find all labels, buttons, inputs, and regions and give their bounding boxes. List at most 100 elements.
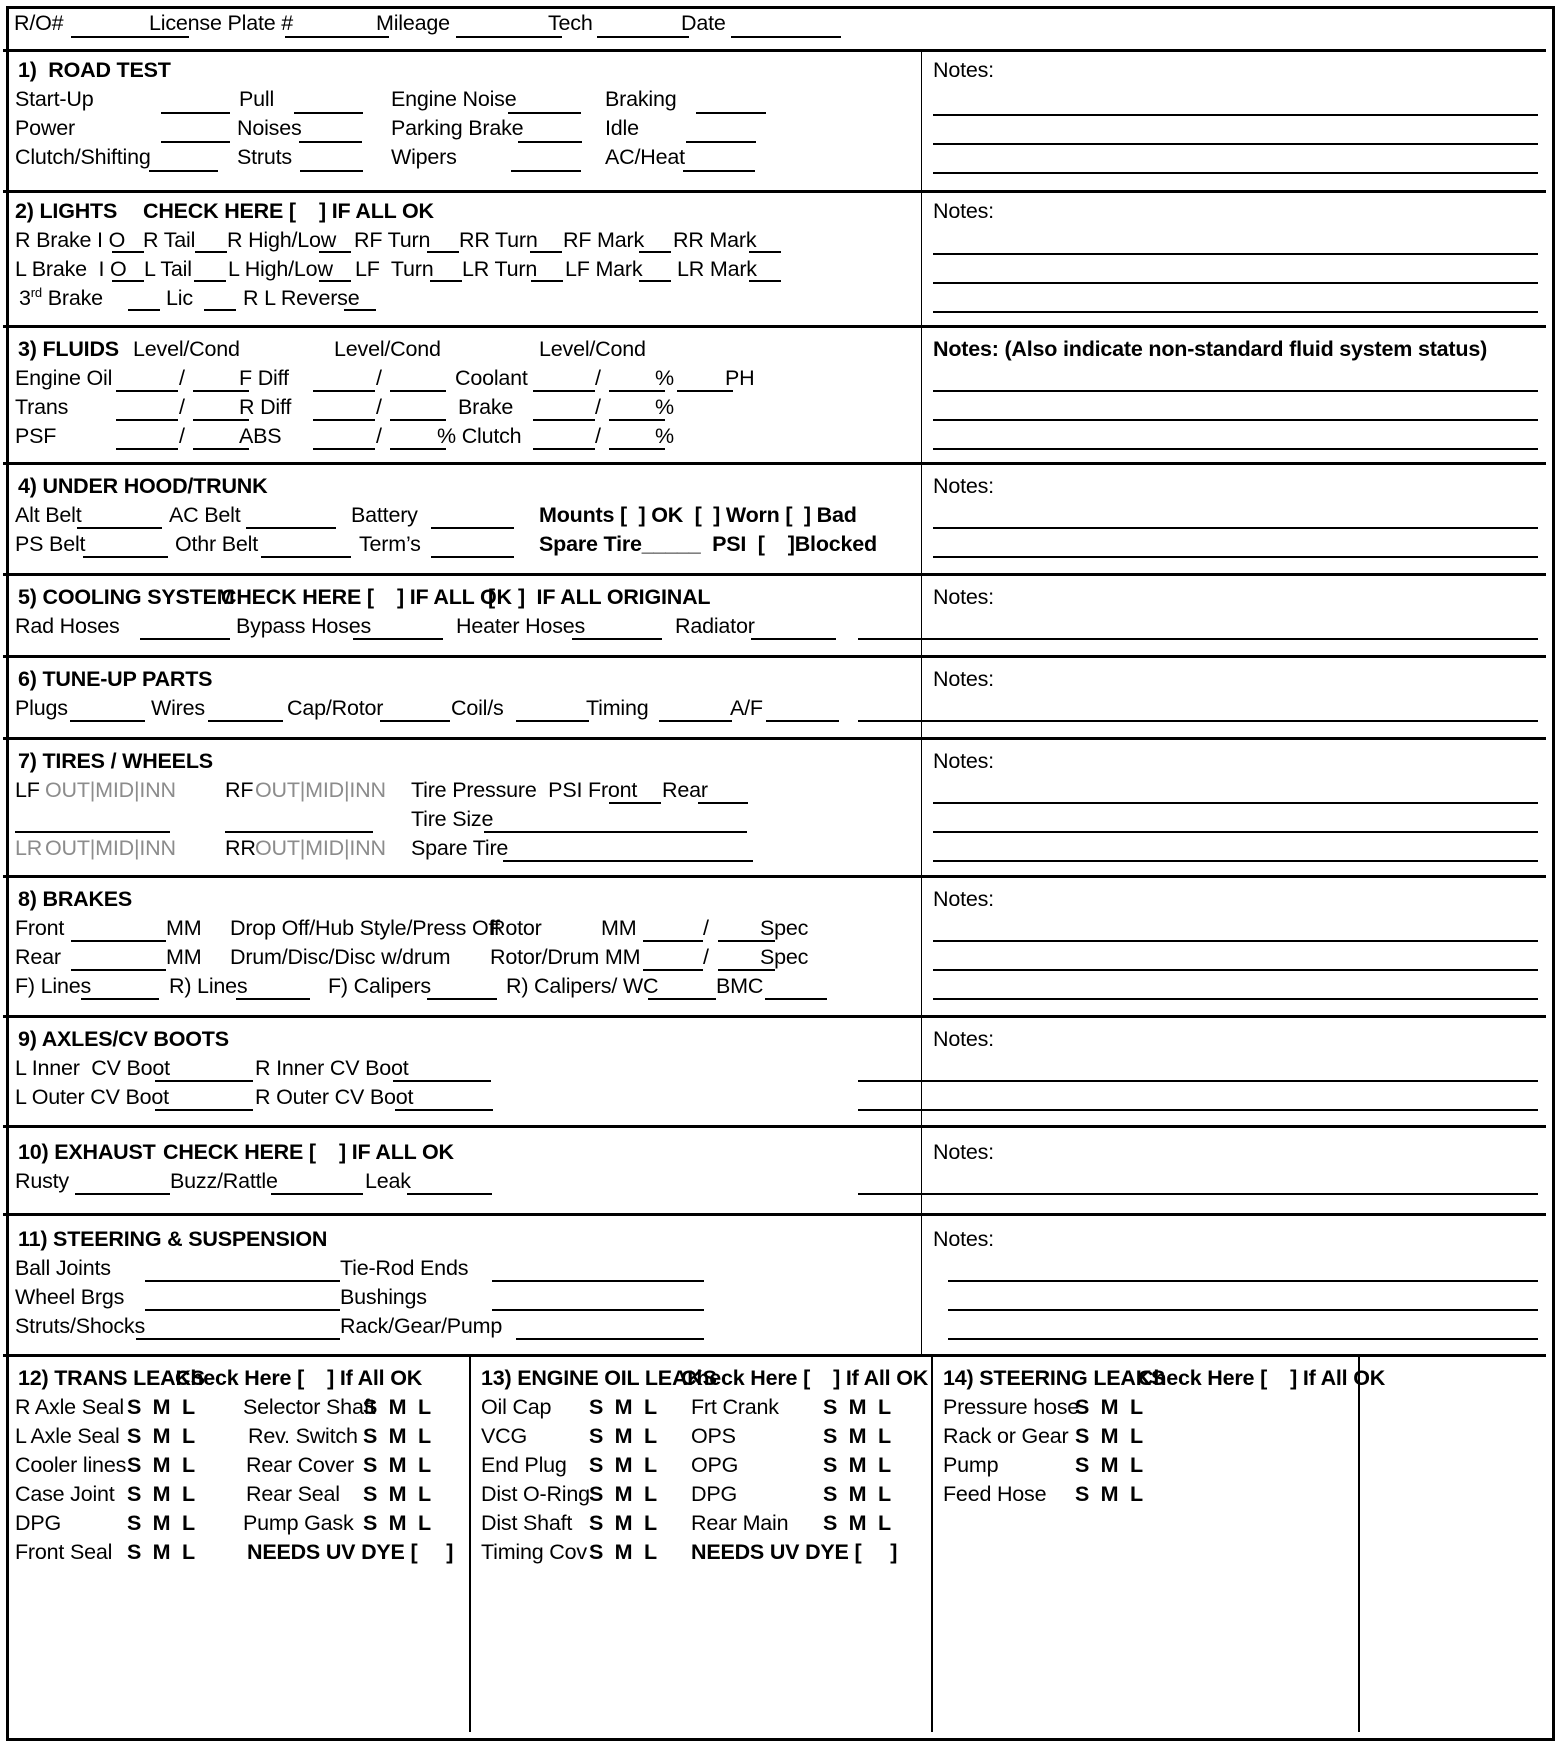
tire-tread-lr[interactable]: OUT|MID|INN	[45, 837, 176, 860]
tuneup-line-cap-rotor[interactable]	[380, 720, 450, 722]
fluid-line-brake-level[interactable]	[533, 419, 595, 421]
brake-line-rotor-drum-1[interactable]	[643, 969, 703, 971]
engine-leak-sml-timing-cov[interactable]: S M L	[589, 1541, 657, 1564]
light-line-third-brake[interactable]	[128, 309, 160, 311]
field-line-wipers[interactable]	[511, 170, 581, 172]
steering-line-ball-joints[interactable]	[145, 1280, 340, 1282]
tire-tread-rf-line[interactable]	[225, 831, 373, 833]
field-line-parking-brake[interactable]	[518, 141, 582, 143]
light-line-rf-mark[interactable]	[639, 251, 671, 253]
steering-leak-sml-pump[interactable]: S M L	[1075, 1454, 1143, 1477]
light-line-rr-turn[interactable]	[530, 251, 562, 253]
light-line-r-tail[interactable]	[195, 251, 227, 253]
lights-note-line-2[interactable]	[933, 282, 1538, 284]
field-line-start-up[interactable]	[161, 112, 230, 114]
tuneup-line-timing[interactable]	[659, 720, 732, 722]
header-plate-line[interactable]	[285, 36, 389, 38]
fluid-line-engine-oil-level[interactable]	[116, 390, 178, 392]
fluid-line-coolant-ph[interactable]	[677, 390, 733, 392]
fluid-line-coolant-level[interactable]	[533, 390, 595, 392]
tire-tread-lf-line[interactable]	[15, 831, 170, 833]
tire-tread-lf[interactable]: OUT|MID|INN	[45, 779, 176, 802]
light-line-lf-mark[interactable]	[639, 280, 671, 282]
field-line-braking[interactable]	[696, 112, 766, 114]
tires-note-line-3[interactable]	[933, 860, 1538, 862]
engine-leak-sml-opg[interactable]: S M L	[823, 1454, 891, 1477]
engine-leak-sml-rear-main[interactable]: S M L	[823, 1512, 891, 1535]
brake-line-f-calipers[interactable]	[427, 998, 497, 1000]
axles-note-line-2[interactable]	[858, 1109, 1538, 1111]
light-line-l-tail[interactable]	[194, 280, 226, 282]
brakes-note-line-3[interactable]	[933, 998, 1538, 1000]
axle-line-r-inner-cv[interactable]	[393, 1080, 491, 1082]
header-tech-line[interactable]	[597, 36, 689, 38]
light-line-lf-turn[interactable]	[430, 280, 462, 282]
cooling-line-rad-hoses[interactable]	[140, 638, 230, 640]
light-line-rr-mark[interactable]	[749, 251, 781, 253]
tire-tread-rf[interactable]: OUT|MID|INN	[255, 779, 386, 802]
lights-note-line-3[interactable]	[933, 311, 1538, 313]
brakes-note-line-2[interactable]	[933, 969, 1538, 971]
steering-leak-sml-rack-or-gear[interactable]: S M L	[1075, 1425, 1143, 1448]
light-line-rl-reverse[interactable]	[344, 309, 376, 311]
field-line-noises[interactable]	[299, 141, 362, 143]
brake-line-front[interactable]	[71, 940, 166, 942]
uh-line-battery[interactable]	[431, 527, 514, 529]
engine-leak-sml-oil-cap[interactable]: S M L	[589, 1396, 657, 1419]
exhaust-line-leak[interactable]	[407, 1193, 492, 1195]
field-line-power[interactable]	[161, 141, 230, 143]
light-line-lr-turn[interactable]	[531, 280, 563, 282]
axle-line-r-outer-cv[interactable]	[395, 1109, 493, 1111]
cooling-check-all-original[interactable]: [ ] IF ALL ORIGINAL	[488, 586, 711, 609]
fluid-line-f-diff-level[interactable]	[313, 390, 375, 392]
cooling-check-all-ok[interactable]: CHECK HERE [ ] IF ALL OK	[221, 586, 512, 609]
fluid-line-r-diff-cond[interactable]	[390, 419, 446, 421]
light-line-lr-mark[interactable]	[749, 280, 781, 282]
axles-note-line-1[interactable]	[858, 1080, 1538, 1082]
tire-pressure-rear-line[interactable]	[698, 802, 748, 804]
steering-line-bushings[interactable]	[492, 1309, 704, 1311]
road-test-note-line-1[interactable]	[933, 114, 1538, 116]
brake-line-r-lines[interactable]	[236, 998, 310, 1000]
cooling-line-bypass-hoses[interactable]	[353, 638, 443, 640]
steering-line-rack-gear-pump[interactable]	[516, 1338, 704, 1340]
fluids-note-line-2[interactable]	[933, 419, 1538, 421]
light-line-l-high-low[interactable]	[319, 280, 351, 282]
cooling-line-heater-hoses[interactable]	[572, 638, 662, 640]
uh-line-ac-belt[interactable]	[246, 527, 336, 529]
trans-leak-sml-front-seal[interactable]: S M L	[127, 1541, 195, 1564]
fluid-line-trans-cond[interactable]	[193, 419, 249, 421]
trans-leak-sml-r-axle-seal[interactable]: S M L	[127, 1396, 195, 1419]
under-hood-note-line-1[interactable]	[933, 527, 1538, 529]
fluid-line-psf-cond[interactable]	[193, 448, 249, 450]
field-line-idle[interactable]	[686, 141, 756, 143]
road-test-note-line-2[interactable]	[933, 143, 1538, 145]
brake-line-rotor-2[interactable]	[718, 940, 775, 942]
fluids-note-line-1[interactable]	[933, 390, 1538, 392]
trans-leak-sml-cooler-lines[interactable]: S M L	[127, 1454, 195, 1477]
field-line-clutch-shifting[interactable]	[149, 170, 218, 172]
uh-line-terms[interactable]	[431, 556, 514, 558]
steering-note-line-2[interactable]	[948, 1309, 1538, 1311]
road-test-note-line-3[interactable]	[933, 172, 1538, 174]
fluids-note-line-3[interactable]	[933, 448, 1538, 450]
trans-leak-sml-case-joint[interactable]: S M L	[127, 1483, 195, 1506]
brake-line-rear[interactable]	[71, 969, 166, 971]
brake-line-rotor-drum-2[interactable]	[718, 969, 775, 971]
trans-leak-sml-l-axle-seal[interactable]: S M L	[127, 1425, 195, 1448]
fluid-line-trans-level[interactable]	[116, 419, 178, 421]
header-date-line[interactable]	[731, 36, 841, 38]
engine-leak-sml-dist-o-ring[interactable]: S M L	[589, 1483, 657, 1506]
steering-line-wheel-brgs[interactable]	[145, 1309, 340, 1311]
engine-leak-sml-dpg[interactable]: S M L	[823, 1483, 891, 1506]
light-line-lic[interactable]	[204, 309, 236, 311]
trans-leak-sml-rear-seal[interactable]: S M L	[363, 1483, 431, 1506]
field-line-engine-noise[interactable]	[508, 112, 581, 114]
fluid-line-abs-cond[interactable]	[390, 448, 446, 450]
fluid-line-r-diff-level[interactable]	[313, 419, 375, 421]
light-line-rf-turn[interactable]	[427, 251, 459, 253]
steering-leak-sml-feed-hose[interactable]: S M L	[1075, 1483, 1143, 1506]
tuneup-line-wires[interactable]	[208, 720, 283, 722]
engine-leak-sml-ops[interactable]: S M L	[823, 1425, 891, 1448]
fluid-line-psf-level[interactable]	[116, 448, 178, 450]
